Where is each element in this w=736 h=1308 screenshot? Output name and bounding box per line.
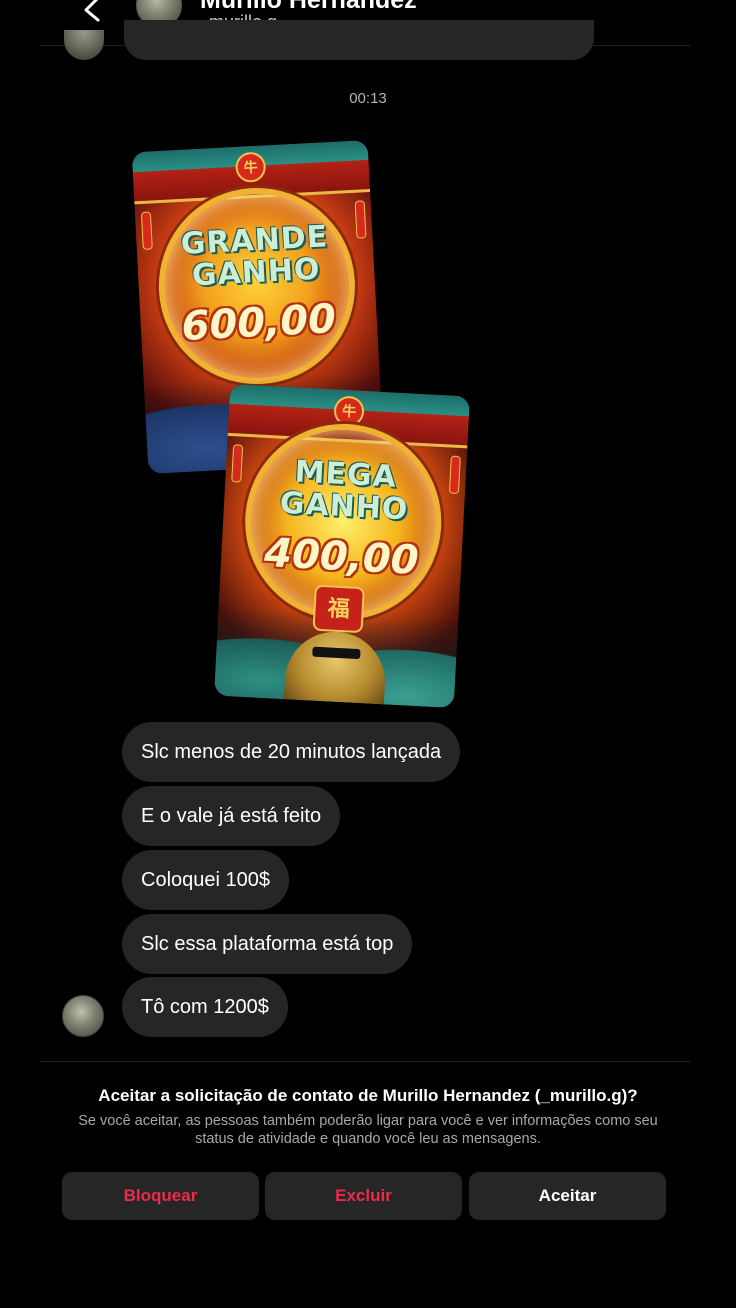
message-bubble[interactable]: Tô com 1200$ [122,977,288,1037]
sender-avatar[interactable] [62,995,104,1037]
chevron-left-icon [84,0,100,22]
back-button[interactable] [78,0,106,26]
request-title: Aceitar a solicitação de contato de Muri… [98,1086,638,1105]
accept-button[interactable]: Aceitar [469,1172,666,1220]
shared-image-mega-ganho[interactable]: 牛 福 MEGA GANHO 400,00 [214,383,470,709]
request-description: Se você aceitar, as pessoas também poder… [78,1113,658,1147]
fortune-badge-icon: 福 [312,584,365,634]
message-bubble-previous[interactable] [124,20,594,60]
delete-button[interactable]: Excluir [265,1172,462,1220]
ox-emblem-icon: 牛 [333,395,365,427]
message-bubble[interactable]: Coloquei 100$ [122,850,289,910]
message-bubble[interactable]: Slc menos de 20 minutos lançada [122,722,461,782]
message-bubble[interactable]: Slc essa plataforma está top [122,914,413,974]
ox-emblem-icon: 牛 [234,151,267,183]
request-divider [40,1061,690,1062]
block-button[interactable]: Bloquear [62,1172,259,1220]
message-bubble[interactable]: E o vale já está feito [122,786,341,846]
message-timestamp: 00:13 [349,90,387,107]
sender-avatar[interactable] [64,30,104,60]
